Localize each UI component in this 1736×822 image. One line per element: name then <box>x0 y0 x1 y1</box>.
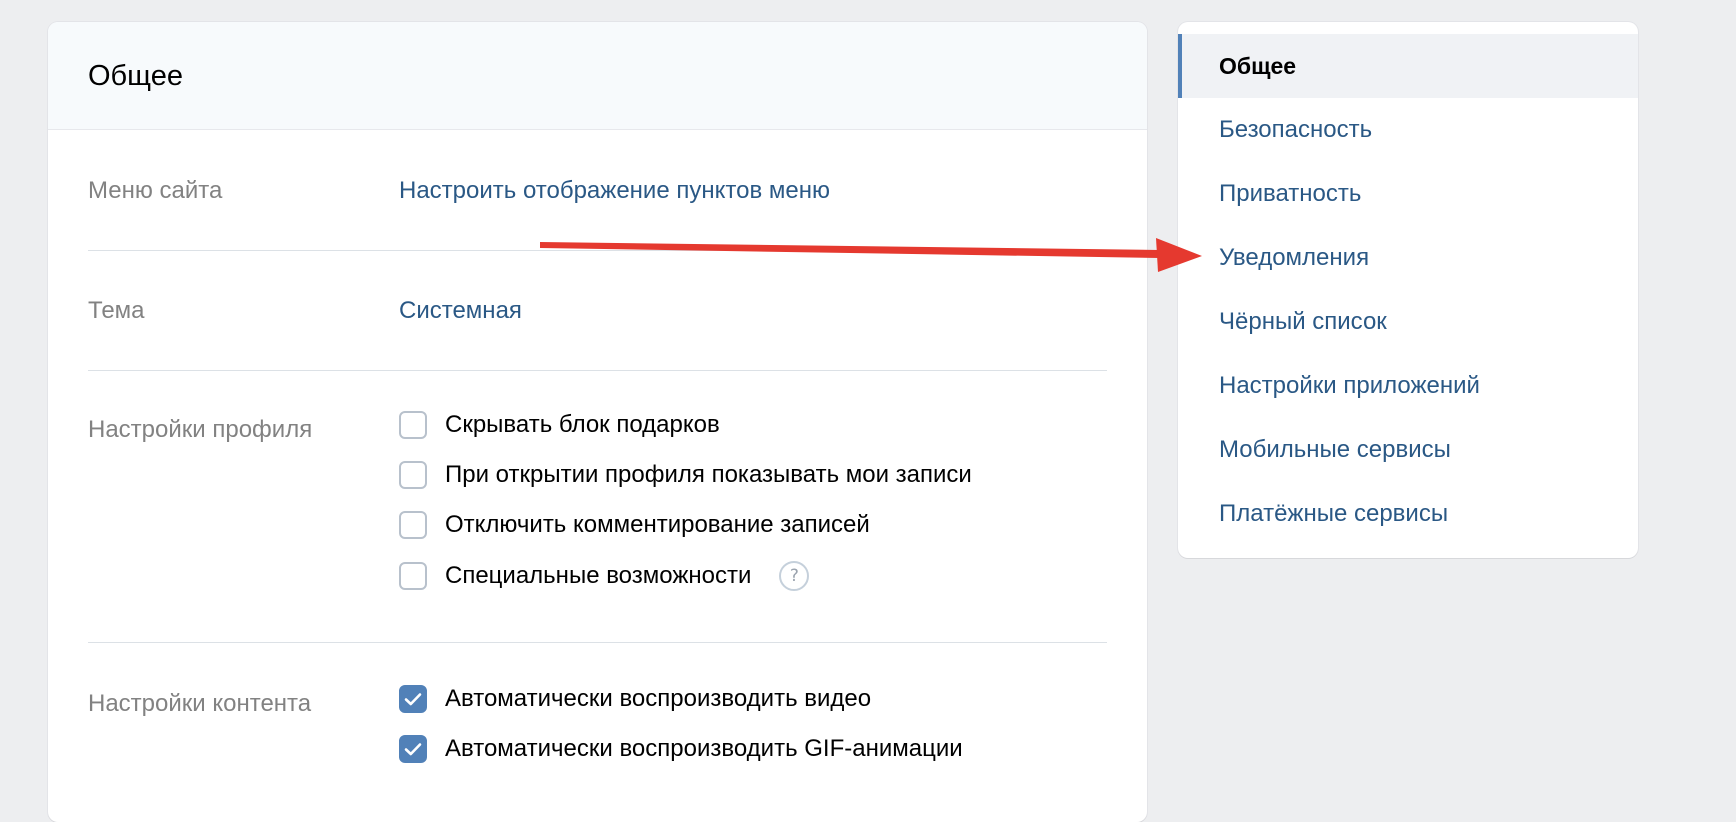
sidebar-item-payment-services[interactable]: Платёжные сервисы <box>1178 482 1638 546</box>
help-icon[interactable]: ? <box>779 561 810 591</box>
site-menu-row: Меню сайта Настроить отображение пунктов… <box>88 177 1107 207</box>
theme-label: Тема <box>88 297 145 324</box>
sidebar-item-general[interactable]: Общее <box>1178 34 1638 98</box>
disable-comments-checkbox[interactable] <box>399 511 427 539</box>
checkbox-label: При открытии профиля показывать мои запи… <box>445 461 972 488</box>
sidebar-item-privacy[interactable]: Приватность <box>1178 162 1638 226</box>
sidebar-item-label: Безопасность <box>1219 116 1373 143</box>
checkmark-icon <box>404 743 422 756</box>
checkbox-label: Скрывать блок подарков <box>445 411 720 438</box>
sidebar-item-mobile-services[interactable]: Мобильные сервисы <box>1178 418 1638 482</box>
show-my-posts-option[interactable]: При открытии профиля показывать мои запи… <box>399 461 972 489</box>
hide-gifts-checkbox[interactable] <box>399 411 427 439</box>
disable-comments-option[interactable]: Отключить комментирование записей <box>399 511 870 539</box>
sidebar-item-label: Уведомления <box>1219 244 1370 271</box>
sidebar-item-notifications[interactable]: Уведомления <box>1178 226 1638 290</box>
sidebar-item-label: Приватность <box>1219 180 1362 207</box>
card-header: Общее <box>48 22 1147 130</box>
divider <box>88 250 1107 251</box>
general-settings-card: Общее Меню сайта Настроить отображение п… <box>48 22 1147 822</box>
sidebar-item-blacklist[interactable]: Чёрный список <box>1178 290 1638 354</box>
checkbox-label: Автоматически воспроизводить видео <box>445 685 872 712</box>
site-menu-label: Меню сайта <box>88 177 223 204</box>
sidebar-item-app-settings[interactable]: Настройки приложений <box>1178 354 1638 418</box>
autoplay-video-checkbox[interactable] <box>399 685 427 713</box>
autoplay-gif-option[interactable]: Автоматически воспроизводить GIF-анимаци… <box>399 735 963 763</box>
checkbox-label: Автоматически воспроизводить GIF-анимаци… <box>445 735 963 762</box>
settings-sidebar: Общее Безопасность Приватность Уведомлен… <box>1178 22 1638 558</box>
accessibility-checkbox[interactable] <box>399 562 427 590</box>
checkbox-label: Отключить комментирование записей <box>445 511 870 538</box>
sidebar-item-label: Платёжные сервисы <box>1219 500 1449 527</box>
page-title: Общее <box>88 60 183 92</box>
content-settings-row: Настройки контента Автоматически воспрои… <box>88 685 1107 810</box>
sidebar-item-label: Чёрный список <box>1219 308 1387 335</box>
sidebar-item-label: Настройки приложений <box>1219 372 1480 399</box>
sidebar-item-security[interactable]: Безопасность <box>1178 98 1638 162</box>
profile-settings-label: Настройки профиля <box>88 416 313 443</box>
configure-menu-link[interactable]: Настроить отображение пунктов меню <box>399 177 830 205</box>
profile-settings-row: Настройки профиля Скрывать блок подарков… <box>88 411 1107 616</box>
theme-row: Тема Системная <box>88 297 1107 327</box>
theme-value-link[interactable]: Системная <box>399 297 522 325</box>
accessibility-option[interactable]: Специальные возможности ? <box>399 561 810 591</box>
sidebar-item-label: Мобильные сервисы <box>1219 436 1451 463</box>
checkbox-label: Специальные возможности <box>445 562 752 589</box>
hide-gifts-option[interactable]: Скрывать блок подарков <box>399 411 720 439</box>
divider <box>88 370 1107 371</box>
autoplay-video-option[interactable]: Автоматически воспроизводить видео <box>399 685 871 713</box>
show-my-posts-checkbox[interactable] <box>399 461 427 489</box>
sidebar-item-label: Общее <box>1219 52 1297 79</box>
checkmark-icon <box>404 693 422 706</box>
content-settings-label: Настройки контента <box>88 690 312 717</box>
divider <box>88 642 1107 643</box>
autoplay-gif-checkbox[interactable] <box>399 735 427 763</box>
